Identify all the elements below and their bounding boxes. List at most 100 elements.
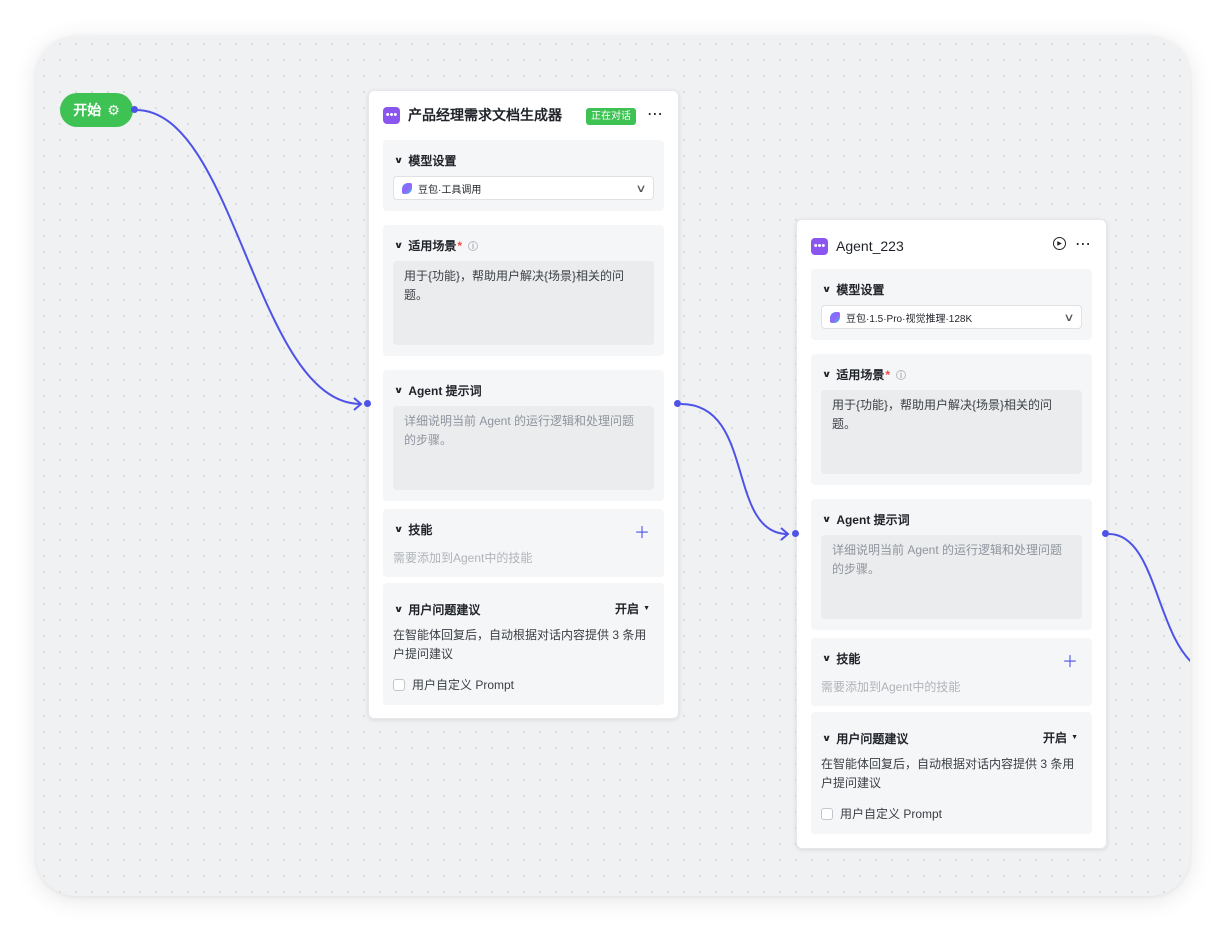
section-label: 适用场景 [836,368,885,382]
model-select[interactable]: 豆包·工具调用 ∨ [393,176,654,200]
section-label: 适用场景 [408,239,457,253]
prompt-textarea[interactable]: 详细说明当前 Agent 的运行逻辑和处理问题的步骤。 [393,406,654,490]
checkbox-label: 用户自定义 Prompt [840,807,943,821]
skills-header[interactable]: ∨ 技能 [822,650,861,667]
section-label: 技能 [408,523,433,537]
scene-textarea[interactable]: 用于{功能}，帮助用户解决{场景}相关的问题。 [393,261,654,345]
custom-prompt-checkbox[interactable] [393,678,405,691]
agent-node-1[interactable]: ••• 产品经理需求文档生成器 正在对话 ⋯ ∨ 模型设置 豆包·工具调用 ∨ … [368,90,679,719]
section-label: 模型设置 [408,154,457,168]
start-node[interactable]: 开始 ⚙ [60,93,133,127]
status-badge: 正在对话 [586,108,636,125]
chevron-down-icon: ∨ [1063,312,1075,324]
checkbox-label: 用户自定义 Prompt [412,678,515,692]
model-value: 豆包·1.5·Pro·视觉推理·128K [846,313,973,325]
prompt-section: ∨ Agent 提示词 详细说明当前 Agent 的运行逻辑和处理问题的步骤。 [383,370,664,501]
scene-header[interactable]: ∨ 适用场景 * i [394,237,478,254]
prompt-header[interactable]: ∨ Agent 提示词 [822,511,910,528]
chat-icon: ••• [383,106,400,124]
suggestion-section: ∨ 用户问题建议 开启 ▼ 在智能体回复后，自动根据对话内容提供 3 条用户提问… [811,712,1092,834]
workflow-canvas[interactable]: 开始 ⚙ ••• 产品经理需求文档生成器 正在对话 ⋯ ∨ 模型设置 豆包·工具… [36,36,1190,896]
agent2-output-port[interactable] [1102,530,1109,537]
add-skill-icon[interactable]: ＋ [634,519,650,543]
skills-description: 需要添加到Agent中的技能 [393,551,533,565]
scene-section: ∨ 适用场景 * i 用于{功能}，帮助用户解决{场景}相关的问题。 [811,354,1092,485]
skills-section: ∨ 技能 ＋ 需要添加到Agent中的技能 [383,509,664,577]
prompt-textarea[interactable]: 详细说明当前 Agent 的运行逻辑和处理问题的步骤。 [821,535,1082,619]
toggle-value: 开启 [615,602,640,616]
chevron-down-icon[interactable]: ∨ [822,733,832,744]
edge-agent2-out [1108,533,1190,662]
chevron-down-icon: ∨ [635,183,647,195]
gear-icon[interactable]: ⚙ [107,102,120,119]
section-label: 模型设置 [836,283,885,297]
model-settings-header[interactable]: ∨ 模型设置 [394,152,457,169]
agent2-input-port[interactable] [792,530,799,537]
more-icon[interactable]: ⋯ [647,104,664,124]
skills-description: 需要添加到Agent中的技能 [821,680,961,694]
skills-header[interactable]: ∨ 技能 [394,521,433,538]
suggestion-header[interactable]: ∨ 用户问题建议 [822,730,909,747]
suggestion-header[interactable]: ∨ 用户问题建议 [394,601,481,618]
suggestion-toggle[interactable]: 开启 ▼ [1043,729,1078,746]
suggestion-toggle[interactable]: 开启 ▼ [615,600,650,617]
start-output-port[interactable] [131,106,138,113]
model-settings-header[interactable]: ∨ 模型设置 [822,281,885,298]
scene-header[interactable]: ∨ 适用场景 * i [822,366,906,383]
info-icon[interactable]: i [468,240,478,251]
edge-start-arrow [353,397,363,411]
chevron-down-icon[interactable]: ∨ [822,369,832,380]
caret-down-icon: ▼ [1071,734,1078,741]
caret-down-icon: ▼ [643,605,650,612]
model-select[interactable]: 豆包·1.5·Pro·视觉推理·128K ∨ [821,305,1082,329]
agent-node-header: ••• 产品经理需求文档生成器 正在对话 ⋯ [369,91,678,139]
custom-prompt-option[interactable]: 用户自定义 Prompt [393,676,514,693]
suggestion-description: 在智能体回复后，自动根据对话内容提供 3 条用户提问建议 [393,628,647,661]
agent1-output-port[interactable] [674,400,681,407]
edge-start-to-agent1 [135,109,362,405]
play-icon[interactable]: ▶ [1053,237,1066,250]
section-label: 技能 [836,652,861,666]
prompt-section: ∨ Agent 提示词 详细说明当前 Agent 的运行逻辑和处理问题的步骤。 [811,499,1092,630]
custom-prompt-option[interactable]: 用户自定义 Prompt [821,805,942,822]
toggle-value: 开启 [1043,731,1068,745]
info-icon[interactable]: i [896,369,906,380]
required-marker: * [885,367,890,382]
add-skill-icon[interactable]: ＋ [1062,648,1078,672]
prompt-header[interactable]: ∨ Agent 提示词 [394,382,482,399]
section-label: 用户问题建议 [408,603,481,617]
model-settings-section: ∨ 模型设置 豆包·1.5·Pro·视觉推理·128K ∨ [811,269,1092,340]
agent-node-2[interactable]: ••• Agent_223 ▶ ⋯ ∨ 模型设置 豆包·1.5·Pro·视觉推理… [796,219,1107,849]
section-label: Agent 提示词 [408,384,482,398]
agent-title: Agent_223 [836,238,904,254]
section-label: Agent 提示词 [836,513,910,527]
custom-prompt-checkbox[interactable] [821,807,833,820]
skills-section: ∨ 技能 ＋ 需要添加到Agent中的技能 [811,638,1092,706]
scene-section: ∨ 适用场景 * i 用于{功能}，帮助用户解决{场景}相关的问题。 [383,225,664,356]
agent1-input-port[interactable] [364,400,371,407]
chevron-down-icon[interactable]: ∨ [394,385,404,396]
scene-textarea[interactable]: 用于{功能}，帮助用户解决{场景}相关的问题。 [821,390,1082,474]
chevron-down-icon[interactable]: ∨ [394,604,404,615]
more-icon[interactable]: ⋯ [1075,234,1092,254]
doubao-logo-icon [402,182,412,194]
chevron-down-icon[interactable]: ∨ [822,284,832,295]
doubao-logo-icon [830,311,840,323]
model-settings-section: ∨ 模型设置 豆包·工具调用 ∨ [383,140,664,211]
edge-agent1-arrow [780,527,790,541]
chevron-down-icon[interactable]: ∨ [394,155,404,166]
agent-title: 产品经理需求文档生成器 [408,107,562,123]
suggestion-section: ∨ 用户问题建议 开启 ▼ 在智能体回复后，自动根据对话内容提供 3 条用户提问… [383,583,664,705]
model-value: 豆包·工具调用 [418,184,482,196]
agent-node-header: ••• Agent_223 ▶ ⋯ [797,220,1106,272]
section-label: 用户问题建议 [836,732,909,746]
required-marker: * [457,238,462,253]
chevron-down-icon[interactable]: ∨ [394,524,404,535]
start-label: 开始 [73,102,102,118]
chevron-down-icon[interactable]: ∨ [394,240,404,251]
edge-agent1-to-agent2 [680,403,789,535]
chevron-down-icon[interactable]: ∨ [822,514,832,525]
chevron-down-icon[interactable]: ∨ [822,653,832,664]
suggestion-description: 在智能体回复后，自动根据对话内容提供 3 条用户提问建议 [821,757,1075,790]
chat-icon: ••• [811,237,828,255]
